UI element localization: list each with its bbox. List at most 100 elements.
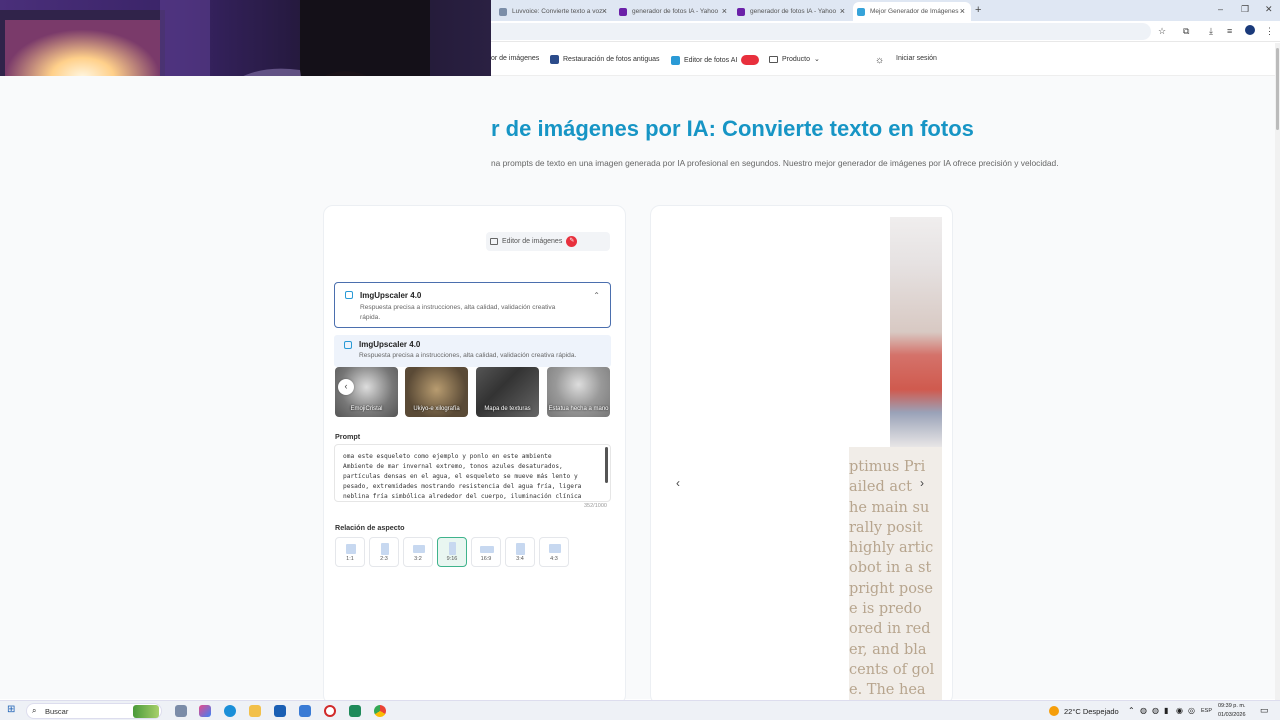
- model-name: ImgUpscaler 4.0: [360, 291, 422, 300]
- image-editor-chip[interactable]: Editor de imágenes ✎: [486, 232, 610, 251]
- close-icon[interactable]: ×: [960, 6, 965, 16]
- clock-time[interactable]: 09:39 p. m.: [1218, 703, 1246, 709]
- browser-tab-active[interactable]: Mejor Generador de Imágenes ×: [853, 2, 971, 21]
- nav-item-product[interactable]: Producto ⌄: [769, 55, 820, 63]
- copilot-icon[interactable]: [199, 705, 211, 717]
- nav-item-ai-photo-editor[interactable]: Editor de fotos AI: [671, 55, 760, 65]
- app-icon[interactable]: [349, 705, 361, 717]
- tray-app-icon[interactable]: ◉: [1176, 706, 1183, 715]
- download-icon[interactable]: ⤓: [1209, 26, 1213, 37]
- tab-favicon-icon: [737, 7, 745, 16]
- char-count: 352/1000: [584, 503, 607, 509]
- tray-app-icon[interactable]: ◎: [1188, 706, 1195, 715]
- taskbar-search-input[interactable]: ⌕ Buscar: [26, 703, 162, 719]
- file-explorer-icon[interactable]: [249, 705, 261, 717]
- ratio-option-3-2[interactable]: 3:2: [403, 537, 433, 567]
- tray-app-icon[interactable]: ◍: [1140, 706, 1147, 715]
- ratio-option-9-16-selected[interactable]: 9:16: [437, 537, 467, 567]
- opera-icon[interactable]: [324, 705, 336, 717]
- style-label: Estatua hecha a mano: [548, 406, 609, 412]
- theme-toggle-sun-icon[interactable]: ☼: [875, 55, 884, 66]
- clock-date[interactable]: 01/03/2026: [1218, 712, 1246, 718]
- windows-taskbar: ⊞ ⌕ Buscar 22°C Despejado ⌃ ◍ ◍ ▮ ◉ ◎ ES…: [0, 700, 1280, 720]
- ratio-option-3-4[interactable]: 3:4: [505, 537, 535, 567]
- login-button[interactable]: Iniciar sesión: [896, 55, 937, 62]
- close-icon[interactable]: ×: [840, 6, 845, 16]
- nav-label: Editor de fotos AI: [684, 56, 738, 64]
- tab-title: generador de fotos IA - Yahoo: [750, 8, 837, 15]
- model-option[interactable]: ImgUpscaler 4.0 Respuesta precisa a inst…: [334, 335, 611, 367]
- preview-text-line: he main su: [849, 499, 930, 516]
- preview-image-robot: [890, 217, 942, 447]
- new-badge-icon: [741, 55, 760, 65]
- preview-next-chevron-right-icon[interactable]: ›: [920, 476, 924, 490]
- page-scrollbar-thumb[interactable]: [1276, 48, 1279, 130]
- profile-avatar[interactable]: [1245, 25, 1255, 35]
- windows-start-icon[interactable]: ⊞: [7, 704, 19, 716]
- extensions-icon[interactable]: ⧉: [1183, 26, 1189, 37]
- preview-text-line: er, and bla: [849, 641, 927, 658]
- ratio-shape-icon: [480, 546, 494, 553]
- style-label: Ukiyo-e xilografía: [413, 406, 460, 412]
- notification-icon[interactable]: ▭: [1260, 705, 1269, 716]
- nav-label: or de imágenes: [491, 55, 540, 62]
- aspect-ratio-label: Relación de aspecto: [335, 523, 405, 532]
- preview-prev-chevron-left-icon[interactable]: ‹: [676, 476, 680, 490]
- login-label: Iniciar sesión: [896, 55, 937, 62]
- nav-item-image-generator[interactable]: or de imágenes: [491, 55, 539, 62]
- tab-title: Luvvoice: Convierte texto a voz: [512, 8, 603, 15]
- url-field[interactable]: [491, 23, 1151, 40]
- restore-icon: [550, 55, 559, 64]
- chrome-icon[interactable]: [374, 705, 386, 717]
- preview-text-line: pright pose: [849, 580, 933, 597]
- ratio-option-16-9[interactable]: 16:9: [471, 537, 501, 567]
- close-icon[interactable]: ×: [602, 6, 607, 16]
- ratio-option-4-3[interactable]: 4:3: [539, 537, 569, 567]
- preview-text-line: e. The hea: [849, 682, 926, 699]
- search-icon: ⌕: [32, 706, 37, 715]
- new-tab-plus-icon[interactable]: +: [975, 4, 981, 16]
- close-icon[interactable]: ×: [722, 6, 727, 16]
- page-scrollbar[interactable]: [1275, 43, 1280, 700]
- usb-icon[interactable]: ▮: [1164, 706, 1168, 715]
- prompt-label: Prompt: [335, 432, 361, 441]
- tray-chevron-up-icon[interactable]: ⌃: [1128, 706, 1135, 715]
- maximize-icon[interactable]: ❐: [1241, 4, 1249, 15]
- media-icon[interactable]: ≡: [1227, 26, 1232, 36]
- weather-text[interactable]: 22°C Despejado: [1064, 707, 1119, 716]
- prompt-text: oma este esqueleto como ejemplo y ponlo …: [343, 453, 582, 500]
- nav-item-photo-restoration[interactable]: Restauración de fotos antiguas: [550, 55, 660, 64]
- prompt-scrollbar[interactable]: [605, 447, 608, 483]
- ratio-option-1-1[interactable]: 1:1: [335, 537, 365, 567]
- browser-tab[interactable]: generador de fotos IA - Yahoo ×: [733, 2, 851, 21]
- prompt-textarea[interactable]: oma este esqueleto como ejemplo y ponlo …: [334, 444, 611, 502]
- ratio-label: 9:16: [446, 556, 458, 562]
- style-card-handmade-statue[interactable]: Estatua hecha a mano: [547, 367, 610, 417]
- bookmark-star-icon[interactable]: ☆: [1158, 26, 1166, 37]
- carousel-prev-chevron-left-icon[interactable]: ‹: [338, 379, 354, 395]
- language-indicator[interactable]: ESP: [1201, 708, 1212, 714]
- more-menu-icon[interactable]: ⋮: [1265, 26, 1274, 37]
- task-view-icon[interactable]: [175, 705, 187, 717]
- ratio-shape-icon: [449, 542, 456, 555]
- ratio-option-2-3[interactable]: 2:3: [369, 537, 399, 567]
- style-card-texture-map[interactable]: Mapa de texturas: [476, 367, 539, 417]
- model-option-name: ImgUpscaler 4.0: [359, 340, 421, 349]
- browser-tab[interactable]: Luvvoice: Convierte texto a voz ×: [495, 2, 613, 21]
- ratio-shape-icon: [346, 544, 356, 554]
- model-description: Respuesta precisa a instrucciones, alta …: [360, 304, 556, 321]
- browser-tab[interactable]: generador de fotos IA - Yahoo ×: [615, 2, 733, 21]
- model-icon: [345, 291, 353, 299]
- style-card-ukiyo-e[interactable]: Ukiyo-e xilografía: [405, 367, 468, 417]
- model-selector[interactable]: ImgUpscaler 4.0 Respuesta precisa a inst…: [334, 282, 611, 328]
- tray-app-icon[interactable]: ◍: [1152, 706, 1159, 715]
- window-close-icon[interactable]: ✕: [1265, 4, 1273, 15]
- edge-browser-icon[interactable]: [224, 705, 236, 717]
- page-title: r de imágenes por IA: Convierte texto en…: [491, 116, 974, 141]
- browser-tab-bar: Luvvoice: Convierte texto a voz × genera…: [491, 0, 1280, 21]
- app-icon[interactable]: [299, 705, 311, 717]
- minimize-icon[interactable]: –: [1218, 4, 1223, 14]
- preview-text-line: ptimus Pri: [849, 459, 926, 475]
- store-icon[interactable]: [274, 705, 286, 717]
- nav-label: Producto: [782, 55, 811, 63]
